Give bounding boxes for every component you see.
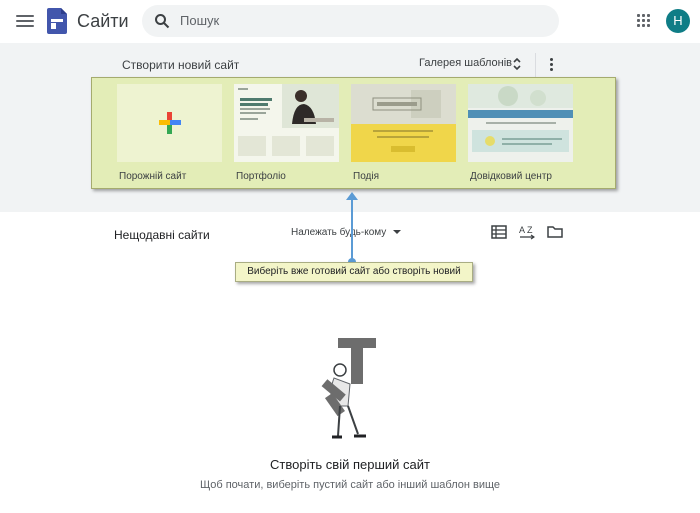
- empty-state-title: Створіть свій перший сайт: [270, 457, 430, 472]
- dropdown-arrow-icon[interactable]: [393, 230, 401, 234]
- sites-logo[interactable]: [47, 8, 67, 34]
- template-card-event[interactable]: [351, 84, 456, 162]
- main-menu-button[interactable]: [14, 12, 36, 32]
- template-label-blank: Порожній сайт: [119, 171, 187, 182]
- sort-az-icon[interactable]: A Z: [519, 224, 535, 240]
- more-options-button[interactable]: [546, 57, 556, 73]
- template-gallery-button[interactable]: Галерея шаблонів: [419, 57, 512, 69]
- template-card-blank[interactable]: [117, 84, 222, 162]
- template-card-help-center[interactable]: [468, 84, 573, 162]
- menu-icon: [16, 15, 34, 17]
- top-app-bar: Сайти Пошук H: [0, 0, 700, 43]
- menu-icon-bar: [16, 20, 34, 22]
- templates-section-title: Створити новий сайт: [122, 58, 240, 72]
- account-avatar[interactable]: H: [666, 9, 690, 33]
- portfolio-preview: [234, 84, 339, 162]
- google-apps-button[interactable]: [637, 14, 651, 28]
- callout-arrow: [351, 198, 353, 264]
- callout-tooltip: Виберіть вже готовий сайт або створіть н…: [235, 262, 473, 282]
- search-input[interactable]: Пошук: [180, 13, 219, 28]
- folder-icon[interactable]: [547, 224, 563, 240]
- divider: [535, 53, 536, 77]
- more-vert-icon: [546, 58, 556, 71]
- svg-text:A: A: [519, 225, 525, 235]
- template-card-portfolio[interactable]: [234, 84, 339, 162]
- search-icon: [155, 14, 170, 29]
- menu-icon-bar: [16, 25, 34, 27]
- search-bar[interactable]: Пошук: [142, 5, 559, 37]
- svg-text:Z: Z: [527, 225, 533, 235]
- unfold-icon[interactable]: [512, 56, 522, 72]
- template-label-help-center: Довідковий центр: [470, 171, 552, 182]
- recent-sites-title: Нещодавні сайти: [114, 228, 210, 242]
- owner-filter-dropdown[interactable]: Належать будь-кому: [291, 227, 386, 238]
- empty-state-subtitle: Щоб почати, виберіть пустий сайт або інш…: [199, 479, 501, 491]
- callout-arrowhead: [346, 192, 358, 200]
- list-view-icon[interactable]: [491, 224, 507, 240]
- template-label-event: Подія: [353, 171, 380, 182]
- event-preview: [351, 84, 456, 162]
- empty-state-illustration: [321, 338, 376, 439]
- template-label-portfolio: Портфоліо: [236, 171, 286, 182]
- help-center-preview: [468, 84, 573, 152]
- app-title: Сайти: [77, 11, 129, 31]
